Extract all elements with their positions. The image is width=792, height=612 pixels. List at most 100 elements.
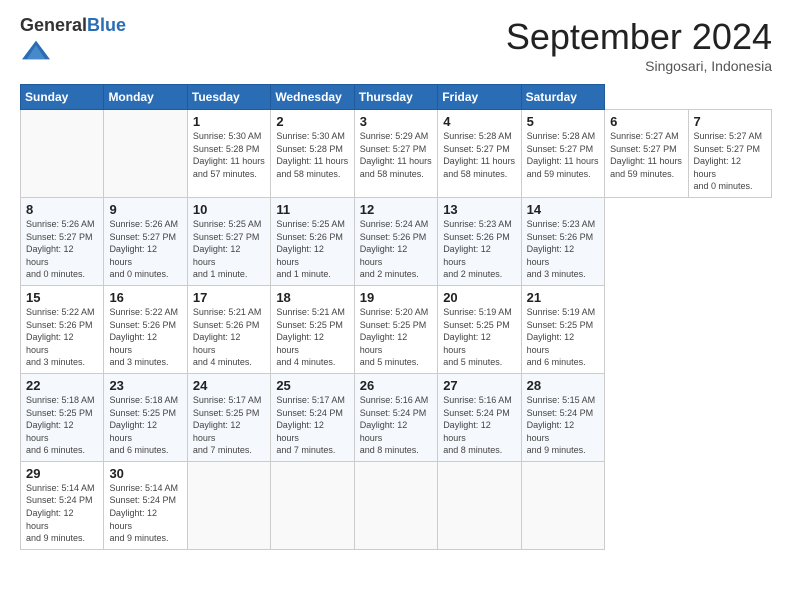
table-cell: 11Sunrise: 5:25 AM Sunset: 5:26 PM Dayli… (271, 197, 354, 285)
table-cell: 15Sunrise: 5:22 AM Sunset: 5:26 PM Dayli… (21, 285, 104, 373)
day-number: 11 (276, 202, 348, 217)
table-cell: 18Sunrise: 5:21 AM Sunset: 5:25 PM Dayli… (271, 285, 354, 373)
day-number: 23 (109, 378, 181, 393)
day-number: 27 (443, 378, 515, 393)
col-saturday: Saturday (521, 85, 604, 110)
day-info: Sunrise: 5:22 AM Sunset: 5:26 PM Dayligh… (109, 306, 181, 369)
day-number: 9 (109, 202, 181, 217)
day-number: 13 (443, 202, 515, 217)
logo-general: General (20, 15, 87, 35)
day-number: 6 (610, 114, 682, 129)
col-tuesday: Tuesday (187, 85, 270, 110)
day-number: 8 (26, 202, 98, 217)
day-info: Sunrise: 5:26 AM Sunset: 5:27 PM Dayligh… (109, 218, 181, 281)
month-title: September 2024 (506, 16, 772, 58)
day-number: 28 (527, 378, 599, 393)
day-number: 16 (109, 290, 181, 305)
day-info: Sunrise: 5:28 AM Sunset: 5:27 PM Dayligh… (527, 130, 599, 180)
table-cell: 2Sunrise: 5:30 AM Sunset: 5:28 PM Daylig… (271, 110, 354, 198)
day-number: 19 (360, 290, 432, 305)
col-sunday: Sunday (21, 85, 104, 110)
day-info: Sunrise: 5:17 AM Sunset: 5:25 PM Dayligh… (193, 394, 265, 457)
day-number: 15 (26, 290, 98, 305)
day-number: 30 (109, 466, 181, 481)
logo-text: GeneralBlue (20, 16, 126, 36)
day-info: Sunrise: 5:29 AM Sunset: 5:27 PM Dayligh… (360, 130, 432, 180)
logo-icon (22, 36, 50, 64)
table-cell: 9Sunrise: 5:26 AM Sunset: 5:27 PM Daylig… (104, 197, 187, 285)
table-cell: 3Sunrise: 5:29 AM Sunset: 5:27 PM Daylig… (354, 110, 437, 198)
table-cell (271, 461, 354, 549)
table-cell (354, 461, 437, 549)
logo: GeneralBlue (20, 16, 126, 69)
day-number: 26 (360, 378, 432, 393)
table-cell: 6Sunrise: 5:27 AM Sunset: 5:27 PM Daylig… (605, 110, 688, 198)
day-number: 7 (694, 114, 767, 129)
day-info: Sunrise: 5:18 AM Sunset: 5:25 PM Dayligh… (109, 394, 181, 457)
day-number: 12 (360, 202, 432, 217)
day-info: Sunrise: 5:16 AM Sunset: 5:24 PM Dayligh… (443, 394, 515, 457)
day-number: 4 (443, 114, 515, 129)
day-number: 20 (443, 290, 515, 305)
logo-blue: Blue (87, 15, 126, 35)
day-info: Sunrise: 5:22 AM Sunset: 5:26 PM Dayligh… (26, 306, 98, 369)
day-number: 24 (193, 378, 265, 393)
day-info: Sunrise: 5:19 AM Sunset: 5:25 PM Dayligh… (527, 306, 599, 369)
table-cell: 28Sunrise: 5:15 AM Sunset: 5:24 PM Dayli… (521, 373, 604, 461)
table-cell (438, 461, 521, 549)
table-cell: 22Sunrise: 5:18 AM Sunset: 5:25 PM Dayli… (21, 373, 104, 461)
day-number: 21 (527, 290, 599, 305)
day-info: Sunrise: 5:27 AM Sunset: 5:27 PM Dayligh… (610, 130, 682, 180)
day-info: Sunrise: 5:30 AM Sunset: 5:28 PM Dayligh… (276, 130, 348, 180)
table-cell: 5Sunrise: 5:28 AM Sunset: 5:27 PM Daylig… (521, 110, 604, 198)
day-info: Sunrise: 5:17 AM Sunset: 5:24 PM Dayligh… (276, 394, 348, 457)
day-info: Sunrise: 5:21 AM Sunset: 5:25 PM Dayligh… (276, 306, 348, 369)
day-info: Sunrise: 5:23 AM Sunset: 5:26 PM Dayligh… (443, 218, 515, 281)
col-friday: Friday (438, 85, 521, 110)
day-info: Sunrise: 5:18 AM Sunset: 5:25 PM Dayligh… (26, 394, 98, 457)
title-block: September 2024 Singosari, Indonesia (506, 16, 772, 74)
table-cell: 19Sunrise: 5:20 AM Sunset: 5:25 PM Dayli… (354, 285, 437, 373)
table-cell: 27Sunrise: 5:16 AM Sunset: 5:24 PM Dayli… (438, 373, 521, 461)
table-cell: 14Sunrise: 5:23 AM Sunset: 5:26 PM Dayli… (521, 197, 604, 285)
day-number: 29 (26, 466, 98, 481)
table-cell: 24Sunrise: 5:17 AM Sunset: 5:25 PM Dayli… (187, 373, 270, 461)
table-cell: 16Sunrise: 5:22 AM Sunset: 5:26 PM Dayli… (104, 285, 187, 373)
day-info: Sunrise: 5:21 AM Sunset: 5:26 PM Dayligh… (193, 306, 265, 369)
header: GeneralBlue September 2024 Singosari, In… (20, 16, 772, 74)
day-number: 14 (527, 202, 599, 217)
table-cell: 26Sunrise: 5:16 AM Sunset: 5:24 PM Dayli… (354, 373, 437, 461)
day-info: Sunrise: 5:20 AM Sunset: 5:25 PM Dayligh… (360, 306, 432, 369)
table-cell: 12Sunrise: 5:24 AM Sunset: 5:26 PM Dayli… (354, 197, 437, 285)
day-info: Sunrise: 5:23 AM Sunset: 5:26 PM Dayligh… (527, 218, 599, 281)
header-row: Sunday Monday Tuesday Wednesday Thursday… (21, 85, 772, 110)
day-number: 18 (276, 290, 348, 305)
calendar-table: Sunday Monday Tuesday Wednesday Thursday… (20, 84, 772, 550)
day-info: Sunrise: 5:25 AM Sunset: 5:26 PM Dayligh… (276, 218, 348, 281)
day-number: 25 (276, 378, 348, 393)
table-cell: 13Sunrise: 5:23 AM Sunset: 5:26 PM Dayli… (438, 197, 521, 285)
col-wednesday: Wednesday (271, 85, 354, 110)
day-number: 1 (193, 114, 265, 129)
day-info: Sunrise: 5:28 AM Sunset: 5:27 PM Dayligh… (443, 130, 515, 180)
table-cell: 1Sunrise: 5:30 AM Sunset: 5:28 PM Daylig… (187, 110, 270, 198)
table-cell: 4Sunrise: 5:28 AM Sunset: 5:27 PM Daylig… (438, 110, 521, 198)
page-container: GeneralBlue September 2024 Singosari, In… (0, 0, 792, 560)
table-cell (187, 461, 270, 549)
day-info: Sunrise: 5:14 AM Sunset: 5:24 PM Dayligh… (26, 482, 98, 545)
day-number: 22 (26, 378, 98, 393)
table-cell: 7Sunrise: 5:27 AM Sunset: 5:27 PM Daylig… (688, 110, 772, 198)
table-cell: 10Sunrise: 5:25 AM Sunset: 5:27 PM Dayli… (187, 197, 270, 285)
table-cell: 30Sunrise: 5:14 AM Sunset: 5:24 PM Dayli… (104, 461, 187, 549)
table-cell: 20Sunrise: 5:19 AM Sunset: 5:25 PM Dayli… (438, 285, 521, 373)
table-cell: 25Sunrise: 5:17 AM Sunset: 5:24 PM Dayli… (271, 373, 354, 461)
table-cell: 23Sunrise: 5:18 AM Sunset: 5:25 PM Dayli… (104, 373, 187, 461)
day-info: Sunrise: 5:15 AM Sunset: 5:24 PM Dayligh… (527, 394, 599, 457)
day-number: 17 (193, 290, 265, 305)
table-cell: 21Sunrise: 5:19 AM Sunset: 5:25 PM Dayli… (521, 285, 604, 373)
day-info: Sunrise: 5:14 AM Sunset: 5:24 PM Dayligh… (109, 482, 181, 545)
day-number: 10 (193, 202, 265, 217)
table-cell (104, 110, 187, 198)
day-info: Sunrise: 5:24 AM Sunset: 5:26 PM Dayligh… (360, 218, 432, 281)
col-monday: Monday (104, 85, 187, 110)
